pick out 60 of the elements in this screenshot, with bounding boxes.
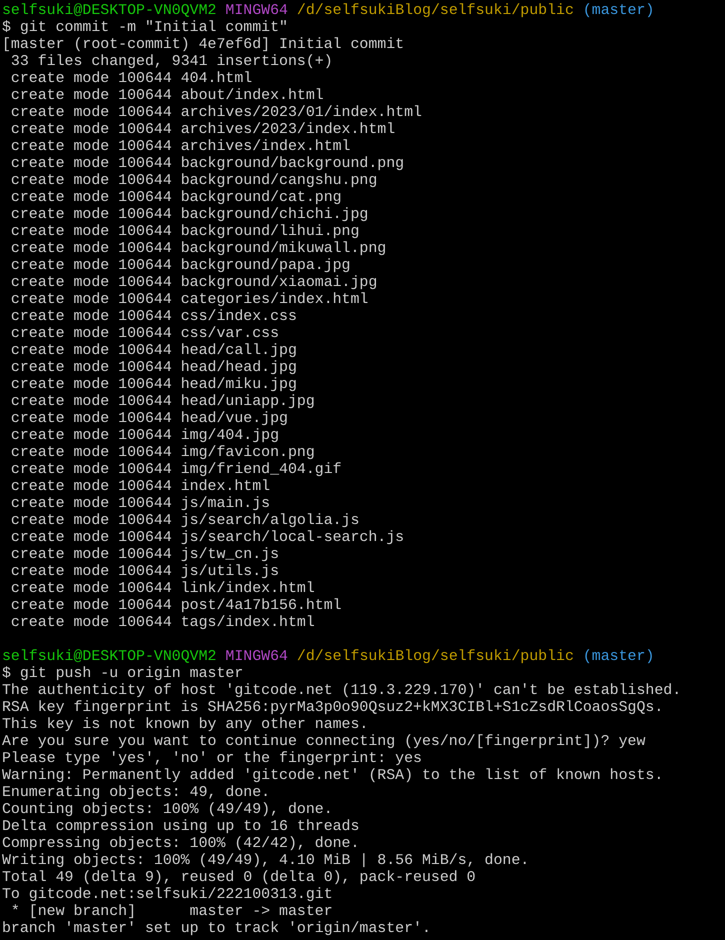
terminal-output-line: create mode 100644 js/tw_cn.js [10, 547, 280, 563]
prompt-branch: (master) [582, 3, 654, 19]
terminal-output-line: Are you sure you want to continue connecting (yes/no/[fingerprint])? yew [2, 734, 646, 750]
terminal-output-line: create mode 100644 js/utils.js [10, 564, 280, 580]
terminal-output-line: * [new branch] master -> master [10, 904, 333, 920]
terminal-output-line: create mode 100644 post/4a17b156.html [10, 598, 342, 614]
terminal-output-line: branch 'master' set up to track 'origin/master'. [2, 921, 431, 937]
terminal-output-line: create mode 100644 background/cat.png [10, 190, 342, 206]
terminal-output-line: Please type 'yes', 'no' or the fingerprint: yes [2, 751, 422, 767]
terminal-output-line: create mode 100644 link/index.html [10, 581, 315, 597]
terminal-output-line: create mode 100644 img/favicon.png [10, 445, 315, 461]
terminal-output-line: create mode 100644 head/vue.jpg [10, 411, 288, 427]
terminal-output-line: create mode 100644 background/lihui.png [10, 224, 360, 240]
terminal-output-line: create mode 100644 head/uniapp.jpg [10, 394, 315, 410]
terminal-output-line: Total 49 (delta 9), reused 0 (delta 0), pack-reused 0 [2, 870, 476, 886]
terminal-output-line: Warning: Permanently added 'gitcode.net' (RSA) to the list of known hosts. [2, 768, 664, 784]
terminal-output-line: Writing objects: 100% (49/49), 4.10 MiB | 8.56 MiB/s, done. [2, 853, 530, 869]
terminal-output-line: create mode 100644 js/search/local-search.js [10, 530, 404, 546]
terminal-output-line: create mode 100644 css/index.css [10, 309, 297, 325]
terminal-output-line: Counting objects: 100% (49/49), done. [2, 802, 333, 818]
terminal-output-line: The authenticity of host 'gitcode.net (119.3.229.170)' can't be established. [2, 683, 682, 699]
terminal-output-line: To gitcode.net:selfsuki/222100313.git [2, 887, 333, 903]
prompt-shell: MINGW64 [225, 649, 288, 665]
terminal-output-line: Compressing objects: 100% (42/42), done. [2, 836, 360, 852]
prompt-path: /d/selfsukiBlog/selfsuki/public [296, 3, 574, 19]
prompt-branch: (master) [582, 649, 654, 665]
prompt-shell: MINGW64 [225, 3, 288, 19]
terminal-output-line: create mode 100644 archives/2023/01/index.html [10, 105, 422, 121]
terminal-output-line: create mode 100644 head/call.jpg [10, 343, 297, 359]
terminal-output-line: create mode 100644 background/background.png [10, 156, 404, 172]
terminal-output-line: create mode 100644 img/404.jpg [10, 428, 280, 444]
terminal-output-line: create mode 100644 css/var.css [10, 326, 280, 342]
terminal-output-line: Enumerating objects: 49, done. [2, 785, 270, 801]
terminal-output-line: create mode 100644 archives/2023/index.html [10, 122, 396, 138]
terminal-output-line: create mode 100644 background/mikuwall.png [10, 241, 386, 257]
terminal-output-line: create mode 100644 head/miku.jpg [10, 377, 297, 393]
terminal-output-line: create mode 100644 tags/index.html [10, 615, 315, 631]
terminal-output-line: create mode 100644 categories/index.html [10, 292, 368, 308]
terminal-output-line: create mode 100644 404.html [10, 71, 252, 87]
prompt-user-host: selfsuki@DESKTOP-VN0QVM2 [2, 3, 216, 19]
terminal-output-line: 33 files changed, 9341 insertions(+) [10, 54, 333, 70]
terminal-output-line: This key is not known by any other names. [2, 717, 368, 733]
prompt-user-host: selfsuki@DESKTOP-VN0QVM2 [2, 649, 216, 665]
terminal-output-line: create mode 100644 background/cangshu.png [10, 173, 378, 189]
terminal-output-line: Delta compression using up to 16 threads [2, 819, 360, 835]
terminal-output-line: [master (root-commit) 4e7ef6d] Initial commit [2, 37, 404, 53]
terminal-output-line: create mode 100644 background/xiaomai.jpg [10, 275, 378, 291]
terminal-output-line: create mode 100644 js/search/algolia.js [10, 513, 360, 529]
terminal-output-line: $ git commit -m "Initial commit" [2, 20, 288, 36]
terminal-output-line: create mode 100644 head/head.jpg [10, 360, 297, 376]
prompt-path: /d/selfsukiBlog/selfsuki/public [296, 649, 574, 665]
terminal-output-line: create mode 100644 index.html [10, 479, 270, 495]
terminal-output-line: create mode 100644 img/friend_404.gif [10, 462, 342, 478]
terminal-output-line: create mode 100644 js/main.js [10, 496, 270, 512]
terminal-output-line: create mode 100644 archives/index.html [10, 139, 350, 155]
terminal-output-line: $ git push -u origin master [2, 666, 244, 682]
terminal-output-line: create mode 100644 background/chichi.jpg [10, 207, 368, 223]
terminal-output-line: RSA key fingerprint is SHA256:pyrMa3p0o90Qsuz2+kMX3CIBl+S1cZsdRlCoaosSgQs. [2, 700, 664, 716]
terminal-output-line: create mode 100644 background/papa.jpg [10, 258, 350, 274]
terminal-output-line: create mode 100644 about/index.html [10, 88, 324, 104]
